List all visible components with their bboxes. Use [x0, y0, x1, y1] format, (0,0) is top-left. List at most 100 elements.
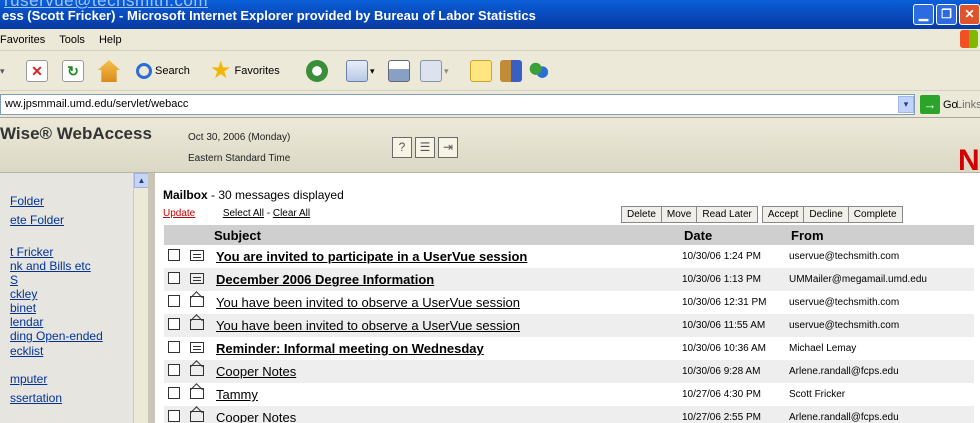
sidebar-item-coding-open-ended[interactable]: ding Open-ended — [10, 329, 103, 343]
research-button[interactable] — [500, 58, 522, 84]
refresh-button[interactable]: ↻ — [62, 58, 84, 84]
title-bar: ruservue@techsmith.com ess (Scott Fricke… — [0, 0, 980, 29]
frame-divider[interactable] — [148, 173, 155, 423]
delete-button[interactable]: Delete — [622, 207, 662, 222]
address-dropdown-button[interactable]: ▾ — [898, 96, 914, 113]
menu-help[interactable]: Help — [99, 34, 122, 46]
message-checkbox[interactable] — [168, 410, 180, 422]
message-subject[interactable]: Reminder: Informal meeting on Wednesday — [210, 341, 484, 356]
message-date: 10/30/06 11:55 AM — [680, 314, 787, 337]
move-button[interactable]: Move — [661, 207, 698, 222]
accept-button[interactable]: Accept — [762, 207, 805, 222]
maximize-button[interactable]: ❐ — [936, 4, 957, 25]
table-row[interactable]: You have been invited to observe a UserV… — [164, 291, 974, 314]
table-row[interactable]: December 2006 Degree Information 10/30/06… — [164, 268, 974, 291]
select-all-link[interactable]: Select All — [223, 208, 264, 219]
message-checkbox[interactable] — [168, 249, 180, 261]
clear-all-link[interactable]: Clear All — [273, 208, 310, 219]
message-checkbox[interactable] — [168, 341, 180, 353]
opened-envelope-icon — [190, 364, 204, 376]
history-button[interactable] — [306, 58, 328, 84]
go-arrow-icon: → — [920, 95, 940, 114]
minimize-button[interactable]: ▁ — [913, 4, 934, 25]
sidebar-item-bank-bills[interactable]: nk and Bills etc — [10, 259, 91, 273]
folder-sidebar: Folder ete Folder t Fricker nk and Bills… — [0, 173, 146, 423]
sidebar-item-buckley[interactable]: ckley — [10, 287, 37, 301]
search-label: Search — [155, 65, 190, 77]
windows-logo-icon — [960, 30, 978, 48]
header-toolbar: ? ☰ ⇥ — [392, 137, 458, 158]
sidebar-item-fricker[interactable]: t Fricker — [10, 245, 53, 259]
mailbox-title-bold: Mailbox — [163, 188, 208, 202]
opened-envelope-icon — [190, 410, 204, 422]
table-row[interactable]: Reminder: Informal meeting on Wednesday 1… — [164, 337, 974, 360]
message-checkbox[interactable] — [168, 295, 180, 307]
message-checkbox[interactable] — [168, 387, 180, 399]
options-list-icon[interactable]: ☰ — [415, 137, 435, 158]
note-icon — [470, 60, 492, 82]
address-input[interactable]: ww.jpsmmail.umd.edu/servlet/webacc — [0, 94, 915, 115]
search-button[interactable]: Search — [136, 58, 190, 84]
table-row[interactable]: You are invited to participate in a User… — [164, 245, 974, 268]
message-subject[interactable]: You have been invited to observe a UserV… — [210, 318, 520, 333]
message-subject[interactable]: Cooper Notes — [210, 364, 296, 379]
message-subject[interactable]: Tammy — [210, 387, 258, 402]
print-button[interactable] — [388, 58, 410, 84]
table-row[interactable]: Cooper Notes 10/30/06 9:28 AM Arlene.randa… — [164, 360, 974, 383]
help-book-icon[interactable]: ? — [392, 137, 412, 158]
sidebar-item-computer[interactable]: mputer — [10, 372, 47, 386]
scroll-up-icon[interactable]: ▲ — [134, 173, 149, 188]
stop-button[interactable]: ✕ — [26, 58, 48, 84]
sidebar-item-folder[interactable]: Folder — [10, 194, 44, 208]
mail-dropdown-icon[interactable]: ▾ — [370, 66, 375, 77]
decline-button[interactable]: Decline — [804, 207, 849, 222]
message-table: Subject Date From You are invited to par… — [164, 225, 974, 423]
sidebar-item-dissertation[interactable]: ssertation — [10, 391, 62, 405]
column-date[interactable]: Date — [680, 225, 787, 245]
message-subject[interactable]: You are invited to participate in a User… — [210, 249, 527, 264]
favorites-button[interactable]: ★ Favorites — [210, 58, 280, 84]
exit-icon[interactable]: ⇥ — [438, 137, 458, 158]
menu-tools[interactable]: Tools — [59, 34, 85, 46]
message-checkbox[interactable] — [168, 364, 180, 376]
table-row[interactable]: You have been invited to observe a UserV… — [164, 314, 974, 337]
header-date: Oct 30, 2006 (Monday) — [188, 132, 291, 143]
sidebar-item-s[interactable]: S — [10, 273, 18, 287]
update-link[interactable]: Update — [163, 208, 195, 219]
menu-bar: Favorites Tools Help — [0, 29, 980, 51]
sidebar-scrollbar[interactable]: ▲ — [133, 173, 149, 423]
search-icon — [136, 63, 152, 79]
mail-button[interactable]: ▾ — [346, 58, 375, 84]
column-from[interactable]: From — [787, 225, 974, 245]
messenger-button[interactable] — [528, 58, 550, 84]
sidebar-item-delete-folder[interactable]: ete Folder — [10, 213, 64, 227]
message-date: 10/27/06 2:55 PM — [680, 406, 787, 423]
message-sender: UMMailer@megamail.umd.edu — [787, 268, 974, 291]
table-row[interactable]: Cooper Notes 10/27/06 2:55 PM Arlene.randa… — [164, 406, 974, 423]
home-button[interactable] — [98, 58, 120, 84]
complete-button[interactable]: Complete — [848, 207, 902, 222]
discuss-button[interactable] — [470, 58, 492, 84]
link-separator: - — [263, 208, 273, 219]
table-row[interactable]: Tammy 10/27/06 4:30 PM Scott Fricker — [164, 383, 974, 406]
sidebar-item-cabinet[interactable]: binet — [10, 301, 36, 315]
message-checkbox[interactable] — [168, 272, 180, 284]
sidebar-item-calendar[interactable]: lendar — [10, 315, 43, 329]
edit-dropdown-icon[interactable]: ▾ — [444, 66, 449, 77]
links-button[interactable]: Links — [956, 99, 980, 111]
opened-envelope-icon — [190, 387, 204, 399]
menu-favorites[interactable]: Favorites — [0, 34, 45, 46]
message-date: 10/30/06 9:28 AM — [680, 360, 787, 383]
message-subject[interactable]: December 2006 Degree Information — [210, 272, 434, 287]
sidebar-item-checklist[interactable]: ecklist — [10, 344, 43, 358]
back-dropdown-icon[interactable]: ▾ — [0, 58, 5, 84]
go-button[interactable]: → Go — [920, 95, 958, 114]
read-later-button[interactable]: Read Later — [697, 207, 757, 222]
edit-button[interactable]: ▾ — [420, 58, 449, 84]
printer-icon — [388, 60, 410, 82]
message-subject[interactable]: You have been invited to observe a UserV… — [210, 295, 520, 310]
close-button[interactable]: ✕ — [959, 4, 980, 25]
column-subject[interactable]: Subject — [210, 225, 680, 245]
message-subject[interactable]: Cooper Notes — [210, 410, 296, 423]
message-checkbox[interactable] — [168, 318, 180, 330]
